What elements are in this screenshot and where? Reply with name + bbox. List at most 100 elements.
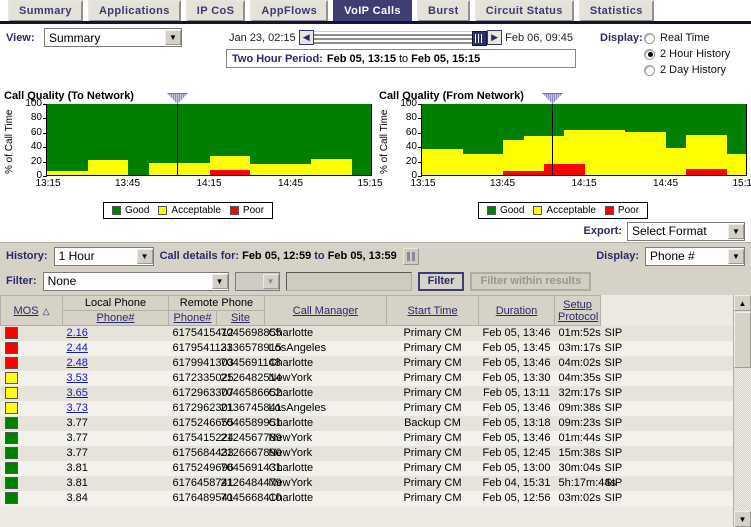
tab-applications[interactable]: Applications: [87, 0, 181, 22]
col-header-remote-phone[interactable]: Phone#: [168, 310, 217, 326]
mos-quality-swatch: [0, 490, 63, 506]
chevron-down-icon: ▼: [165, 30, 181, 45]
legend-swatch: [111, 206, 121, 215]
col-header-start-time[interactable]: Start Time: [386, 295, 479, 326]
cell-mos: 3.84: [62, 490, 169, 506]
filter-value-input[interactable]: [285, 271, 412, 291]
filter-button[interactable]: Filter: [417, 271, 465, 291]
chevron-left-icon[interactable]: ◀: [298, 30, 314, 45]
col-header-call-manager[interactable]: Call Manager: [264, 295, 387, 326]
view-select[interactable]: Summary ▼: [44, 28, 182, 47]
legend-label: Acceptable: [546, 205, 596, 216]
mos-detail-link[interactable]: 3.53: [67, 372, 88, 384]
table-row[interactable]: 3.65 6172963307 7046586652 Charlotte Primary…: [0, 385, 733, 401]
col-header-mos-label[interactable]: MOS: [14, 305, 39, 317]
col-header-setup-protocol-line2[interactable]: Protocol: [558, 311, 598, 323]
legend-swatch: [604, 206, 614, 215]
panel-display-value: Phone #: [650, 249, 695, 263]
chart-bar: [625, 104, 646, 175]
mos-detail-link[interactable]: 3.65: [67, 387, 88, 399]
cell-setup-protocol: SIP: [600, 385, 733, 401]
col-header-setup-protocol[interactable]: Setup Protocol: [554, 295, 601, 326]
scroll-down-icon[interactable]: ▼: [734, 511, 751, 527]
col-header-local-phone[interactable]: Phone#: [62, 310, 169, 326]
chart-title: Call Quality (To Network): [4, 90, 134, 102]
col-header-mos[interactable]: MOS △: [0, 295, 63, 326]
time-slider-thumb[interactable]: [472, 31, 488, 46]
col-header-local-phone-label[interactable]: Phone#: [97, 312, 135, 324]
table-row[interactable]: 3.84 6176489541 7045668410 Charlotte Primary…: [0, 490, 733, 506]
chart-bar: [523, 104, 544, 175]
chart-bar: [290, 104, 312, 175]
radio-icon[interactable]: [644, 32, 655, 44]
cell-site: NewYork: [264, 430, 387, 446]
mos-detail-link[interactable]: 2.44: [67, 342, 88, 354]
cell-mos[interactable]: 3.53: [62, 370, 169, 386]
table-row[interactable]: 2.16 6175415412 7045698855 Charlotte Primary…: [0, 325, 733, 341]
legend-label: Good: [499, 205, 525, 216]
col-header-start-time-label[interactable]: Start Time: [407, 305, 457, 317]
scrollbar-thumb[interactable]: [734, 312, 751, 368]
table-row[interactable]: 3.81 6176458741 2126484479 NewYork Primary C…: [0, 475, 733, 491]
scroll-up-icon[interactable]: ▲: [734, 295, 751, 311]
radio-icon[interactable]: [644, 48, 655, 60]
cell-call-manager: Primary CM: [386, 430, 479, 446]
chart-segment-acc: [250, 163, 271, 175]
panel-display-select[interactable]: Phone # ▼: [645, 246, 745, 266]
table-vertical-scrollbar[interactable]: ▲ ▼: [733, 295, 751, 527]
chart-segment-acc: [47, 170, 68, 175]
mos-detail-link[interactable]: 2.48: [67, 357, 88, 369]
tab-summary[interactable]: Summary: [8, 0, 83, 22]
tab-appflows[interactable]: AppFlows: [250, 0, 329, 22]
col-header-duration-label[interactable]: Duration: [496, 305, 538, 317]
table-row[interactable]: 2.48 6179941303 7045691148 Charlotte Primary…: [0, 355, 733, 371]
col-header-setup-protocol-line1[interactable]: Setup: [563, 299, 592, 311]
calls-table: MOS △ Local Phone Remote Phone Call Manag…: [0, 295, 733, 506]
mos-detail-link[interactable]: 3.73: [67, 402, 88, 414]
display-option-2-hour-history[interactable]: 2 Hour History: [644, 46, 730, 62]
table-row[interactable]: 3.73 6172962301 2136745841 LosAngeles Primar…: [0, 400, 733, 416]
export-format-select[interactable]: Select Format ▼: [627, 221, 745, 241]
table-row[interactable]: 3.77 6175684433 2126667890 NewYork Primary C…: [0, 445, 733, 461]
table-row[interactable]: 3.53 6172335025 2126482514 NewYork Primary C…: [0, 370, 733, 386]
table-row[interactable]: 3.77 6175246655 7046589951 Charlotte Backup …: [0, 415, 733, 431]
display-option-2-day-history[interactable]: 2 Day History: [644, 62, 730, 78]
col-header-remote-phone-label[interactable]: Phone#: [174, 312, 212, 324]
cell-mos[interactable]: 3.65: [62, 385, 169, 401]
calls-table-body: 2.16 6175415412 7045698855 Charlotte Primary…: [0, 325, 733, 506]
radio-icon[interactable]: [644, 64, 655, 76]
chart-title: Call Quality (From Network): [379, 90, 524, 102]
export-row: Export: Select Format ▼: [0, 220, 751, 242]
cell-mos[interactable]: 2.16: [62, 325, 169, 341]
period-to: Feb 05, 15:15: [411, 52, 481, 65]
table-row[interactable]: 2.44 6179541133 2136578915 LosAngeles Primar…: [0, 340, 733, 356]
chart-bar: [250, 104, 271, 175]
mos-detail-link[interactable]: 2.16: [67, 327, 88, 339]
tab-burst[interactable]: Burst: [416, 0, 470, 22]
col-header-site-label[interactable]: Site: [231, 312, 250, 324]
history-select[interactable]: 1 Hour ▼: [53, 246, 154, 266]
tab-statistics[interactable]: Statistics: [578, 0, 654, 22]
tab-voip-calls[interactable]: VoIP Calls: [333, 0, 412, 22]
table-row[interactable]: 3.77 6175415224 2124567789 NewYork Primary C…: [0, 430, 733, 446]
chevron-right-icon[interactable]: ▶: [487, 30, 503, 45]
table-row[interactable]: 3.81 6175249696 7045691431 Charlotte Primary…: [0, 460, 733, 476]
tab-circuit-status[interactable]: Circuit Status: [474, 0, 574, 22]
col-header-site[interactable]: Site: [216, 310, 265, 326]
cell-site: Charlotte: [264, 325, 387, 341]
tab-ip-cos[interactable]: IP CoS: [185, 0, 246, 22]
time-slider-track[interactable]: [313, 31, 488, 46]
cell-mos[interactable]: 3.73: [62, 400, 169, 416]
filter-operator-select[interactable]: ▼: [234, 271, 280, 291]
main-tabbar: Summary Applications IP CoS AppFlows VoIP Ca…: [0, 0, 751, 22]
cell-setup-protocol: SIP: [600, 490, 733, 506]
chart-segment-good: [686, 104, 707, 136]
cell-mos[interactable]: 2.48: [62, 355, 169, 371]
cell-mos[interactable]: 2.44: [62, 340, 169, 356]
filter-field-select[interactable]: None ▼: [42, 271, 229, 291]
cell-call-manager: Primary CM: [386, 460, 479, 476]
display-option-real-time[interactable]: Real Time: [644, 30, 730, 46]
col-header-duration[interactable]: Duration: [478, 295, 555, 326]
pause-icon[interactable]: [402, 247, 419, 265]
col-header-call-manager-label[interactable]: Call Manager: [293, 305, 358, 317]
